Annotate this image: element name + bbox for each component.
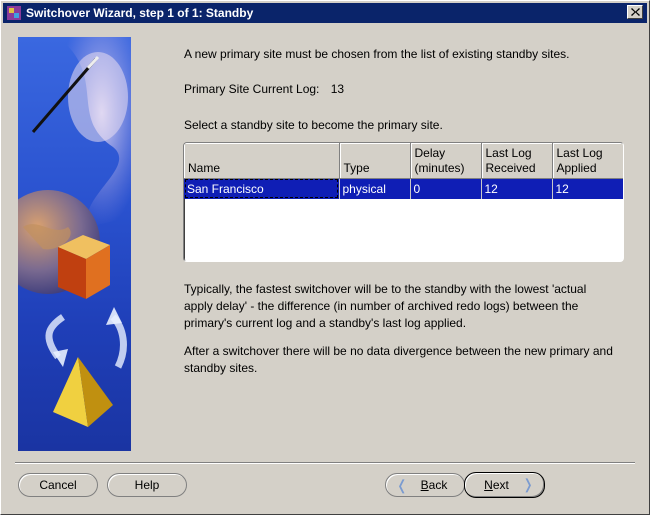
wizard-app-icon: [6, 5, 22, 21]
next-arrow-icon: ❭: [522, 476, 534, 492]
info-paragraph-2: After a switchover there will be no data…: [184, 344, 613, 375]
cell-last-log-applied[interactable]: 12: [552, 178, 623, 199]
column-header-delay[interactable]: Delay (minutes): [410, 143, 482, 179]
next-label: Next: [484, 478, 509, 492]
cancel-button[interactable]: Cancel: [18, 473, 98, 497]
current-log-value: 13: [330, 82, 345, 96]
standby-sites-table[interactable]: Name Type Delay (minutes) Last Log Receive…: [183, 142, 624, 262]
column-header-name[interactable]: Name: [184, 143, 340, 179]
cell-delay[interactable]: 0: [410, 178, 482, 199]
back-button[interactable]: ❬ Back: [385, 473, 465, 497]
cell-type[interactable]: physical: [339, 178, 411, 199]
back-label: Back: [420, 478, 448, 492]
close-button[interactable]: [627, 5, 643, 19]
help-button[interactable]: Help: [107, 473, 187, 497]
back-arrow-icon: ❬: [396, 477, 408, 493]
intro-text: A new primary site must be chosen from t…: [184, 47, 570, 61]
column-header-type[interactable]: Type: [339, 143, 411, 179]
table-row-selected[interactable]: San Francisco physical 0 12 12: [184, 178, 623, 199]
select-prompt: Select a standby site to become the prim…: [184, 118, 443, 132]
column-header-last-log-received[interactable]: Last Log Received: [481, 143, 553, 179]
current-log-row: Primary Site Current Log: 13: [184, 81, 344, 98]
title-bar: Switchover Wizard, step 1 of 1: Standby: [3, 3, 647, 23]
current-log-label: Primary Site Current Log:: [184, 82, 320, 96]
cell-last-log-received[interactable]: 12: [481, 178, 553, 199]
cell-site-name[interactable]: San Francisco: [184, 178, 340, 199]
close-icon: [630, 8, 640, 16]
wizard-side-graphic: [18, 37, 131, 451]
column-header-last-log-applied[interactable]: Last Log Applied: [552, 143, 623, 179]
info-paragraph-1: Typically, the fastest switchover will b…: [184, 282, 587, 330]
table-header-row: Name Type Delay (minutes) Last Log Receive…: [184, 143, 623, 179]
wizard-window: Switchover Wizard, step 1 of 1: Standby: [0, 0, 650, 515]
button-separator: [15, 462, 635, 464]
next-button[interactable]: Next ❭: [464, 472, 545, 498]
window-title: Switchover Wizard, step 1 of 1: Standby: [26, 6, 254, 20]
